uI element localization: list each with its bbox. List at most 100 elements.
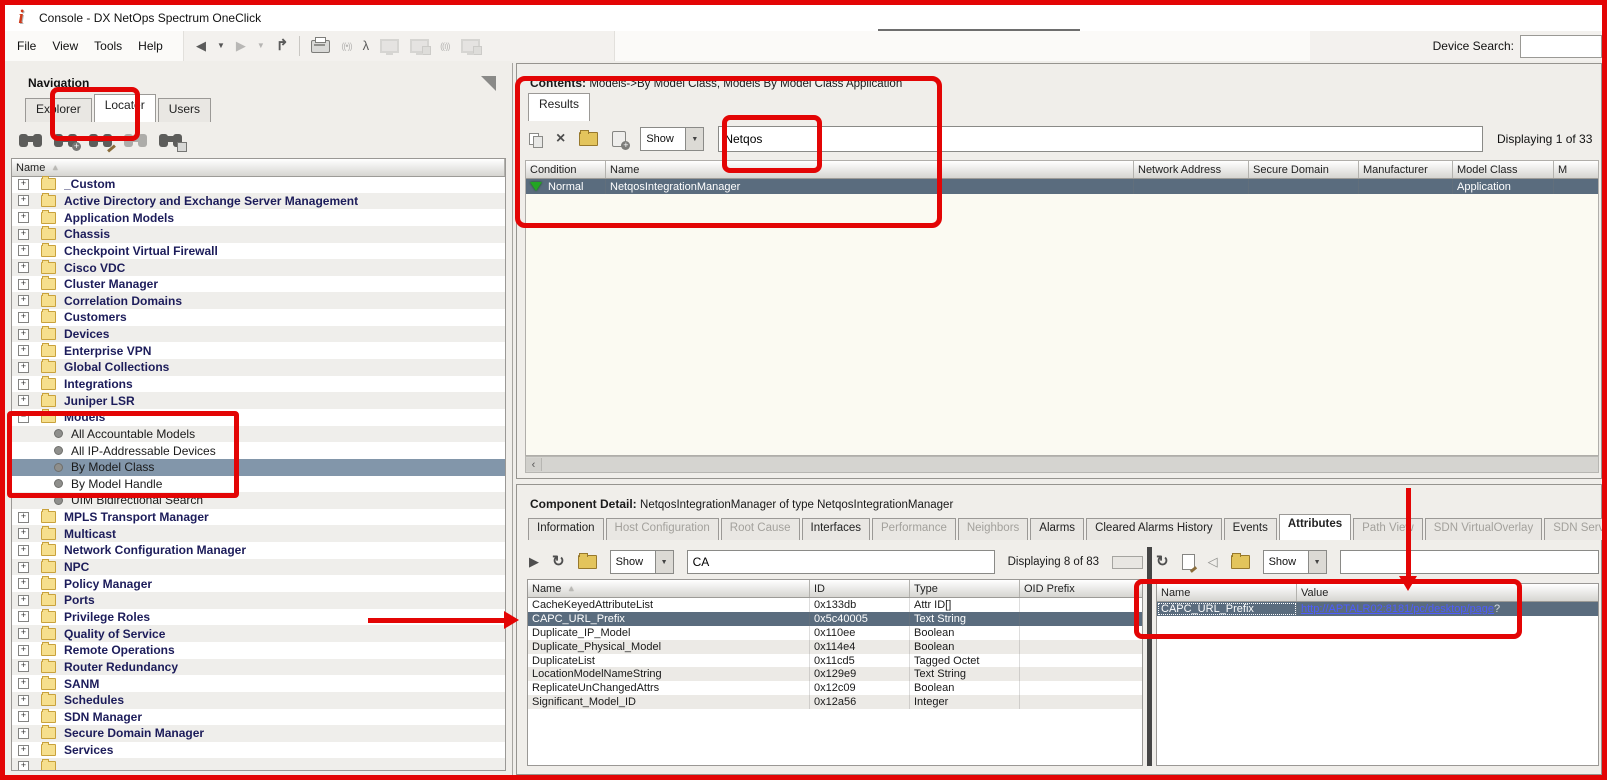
attribute-row-duplicate-physical-model[interactable]: Duplicate_Physical_Model 0x114e4 Boolean	[528, 639, 1142, 654]
antenna-icon[interactable]: ((ı))	[440, 37, 450, 55]
copy-icon[interactable]	[529, 132, 543, 148]
tab-attributes[interactable]: Attributes	[1278, 514, 1352, 540]
tree-item-chassis[interactable]: + Chassis	[12, 225, 505, 243]
tree-item-uim-bidirectional-search[interactable]: UIM Bidirectional Search	[12, 492, 505, 509]
globe-monitor-icon[interactable]	[460, 39, 482, 55]
back-history-icon[interactable]: ▼	[217, 37, 225, 55]
search-icon[interactable]	[19, 133, 42, 148]
forward-arrow-icon[interactable]: ▶	[236, 37, 246, 55]
tree-item-enterprise-vpn[interactable]: + Enterprise VPN	[12, 342, 505, 359]
tree-item-secure-domain-manager[interactable]: + Secure Domain Manager	[12, 725, 505, 742]
attribute-row-locationmodelnamestring[interactable]: LocationModelNameString 0x129e9 Text Strin…	[528, 667, 1142, 682]
edit-attribute-icon[interactable]	[1181, 554, 1195, 570]
tree-item-integrations[interactable]: + Integrations	[12, 376, 505, 393]
tree-item-active-directory-and-exchange-server-management[interactable]: + Active Directory and Exchange Server Ma…	[12, 192, 505, 210]
tab-events[interactable]: Events	[1223, 518, 1277, 540]
expand-icon[interactable]: +	[18, 278, 29, 290]
values-table-header[interactable]: Name Value	[1157, 584, 1598, 602]
horizontal-scrollbar[interactable]: ‹	[525, 456, 1599, 473]
tree-item-quality-of-service[interactable]: + Quality of Service	[12, 625, 505, 642]
back-arrow-icon[interactable]: ◀	[196, 37, 206, 55]
menu-tools[interactable]: Tools	[86, 35, 130, 57]
results-table-header[interactable]: Condition Name Network Address Secure Domai…	[526, 161, 1598, 179]
column-header-type[interactable]: Type	[910, 580, 1020, 597]
attribute-row-significant-model-id[interactable]: Significant_Model_ID 0x12a56 Integer	[528, 695, 1142, 710]
split-pane-divider[interactable]	[1147, 547, 1152, 766]
export-icon[interactable]	[577, 553, 597, 569]
tree-item-cluster-manager[interactable]: + Cluster Manager	[12, 276, 505, 293]
expand-icon[interactable]: +	[18, 611, 29, 623]
previous-icon[interactable]: ◁	[1208, 553, 1218, 571]
broadcast-icon[interactable]: ((•))	[341, 37, 352, 55]
expand-icon[interactable]: +	[18, 178, 29, 190]
export-icon[interactable]	[579, 130, 599, 146]
tree-item-mpls-transport-manager[interactable]: + MPLS Transport Manager	[12, 509, 505, 526]
expand-icon[interactable]: +	[18, 328, 29, 340]
column-header-condition[interactable]: Condition	[526, 161, 606, 178]
delete-icon[interactable]: ×	[556, 131, 565, 147]
tab-interfaces[interactable]: Interfaces	[801, 518, 871, 540]
refresh-icon[interactable]: ↻	[1156, 553, 1169, 571]
column-header-id[interactable]: ID	[810, 580, 910, 597]
expand-icon[interactable]: +	[18, 195, 29, 207]
tree-item-services[interactable]: + Services	[12, 742, 505, 759]
panel-collapse-icon[interactable]	[481, 76, 496, 91]
attribute-row-capc-url-prefix[interactable]: CAPC_URL_Prefix 0x5c40005 Text String	[528, 611, 1142, 626]
values-filter-input[interactable]	[1339, 550, 1599, 574]
expand-icon[interactable]: +	[18, 311, 29, 323]
column-header-name[interactable]: Name	[606, 161, 1134, 178]
expand-icon[interactable]: +	[18, 361, 29, 373]
tree-item-sanm[interactable]: + SANM	[12, 675, 505, 692]
tree-item-juniper-lsr[interactable]: + Juniper LSR	[12, 392, 505, 409]
show-dropdown[interactable]: Show ▼	[609, 550, 674, 574]
menu-file[interactable]: File	[9, 35, 44, 57]
column-header-model-class[interactable]: Model Class	[1453, 161, 1554, 178]
tab-results[interactable]: Results	[528, 93, 591, 121]
go-up-icon[interactable]: ↱	[276, 37, 289, 55]
show-dropdown[interactable]: Show ▼	[640, 127, 705, 151]
column-header-value[interactable]: Value	[1297, 584, 1598, 601]
attribute-row-replicateunchangedattrs[interactable]: ReplicateUnChangedAttrs 0x12c09 Boolean	[528, 681, 1142, 696]
edit-search-icon[interactable]	[89, 133, 116, 153]
expand-icon[interactable]: +	[18, 661, 29, 673]
expand-icon[interactable]: +	[18, 511, 29, 523]
column-header-secure-domain[interactable]: Secure Domain	[1249, 161, 1359, 178]
scroll-left-icon[interactable]: ‹	[526, 458, 542, 471]
tree-item-router-redundancy[interactable]: + Router Redundancy	[12, 658, 505, 676]
expand-icon[interactable]: +	[18, 594, 29, 606]
tree-item-multicast[interactable]: + Multicast	[12, 525, 505, 543]
forward-history-icon[interactable]: ▼	[257, 37, 265, 55]
export-icon[interactable]	[1230, 553, 1250, 569]
create-search-icon[interactable]: +	[54, 133, 81, 151]
refresh-icon[interactable]: ↻	[552, 553, 565, 571]
tree-item-schedules[interactable]: + Schedules	[12, 691, 505, 709]
capc-url-link[interactable]: http://APTALR02:8181/pc/desktop/page	[1301, 603, 1494, 615]
expand-icon[interactable]: +	[18, 528, 29, 540]
expand-icon[interactable]: +	[18, 761, 29, 770]
column-header-network-address[interactable]: Network Address	[1134, 161, 1249, 178]
expand-icon[interactable]: +	[18, 644, 29, 656]
tree-item-by-model-handle[interactable]: By Model Handle	[12, 476, 505, 493]
tree-item-sdn-manager[interactable]: + SDN Manager	[12, 708, 505, 726]
tree-item-all-accountable-models[interactable]: All Accountable Models	[12, 425, 505, 443]
column-header-oid-prefix[interactable]: OID Prefix	[1020, 580, 1142, 597]
expand-icon[interactable]: +	[18, 378, 29, 390]
expand-icon[interactable]: +	[18, 345, 29, 357]
value-row-capc-url-prefix[interactable]: CAPC_URL_Prefix http://APTALR02:8181/pc/d…	[1157, 602, 1598, 616]
search-all-icon[interactable]	[124, 133, 147, 148]
show-dropdown[interactable]: Show ▼	[1262, 550, 1327, 574]
expand-icon[interactable]: +	[18, 694, 29, 706]
expand-icon[interactable]: +	[18, 744, 29, 756]
tree-item-correlation-domains[interactable]: + Correlation Domains	[12, 292, 505, 310]
tree-item-devices[interactable]: + Devices	[12, 325, 505, 343]
expand-icon[interactable]: +	[18, 295, 29, 307]
tree-item-policy-manager[interactable]: + Policy Manager	[12, 575, 505, 592]
locked-monitor-icon[interactable]	[410, 39, 432, 55]
expand-icon[interactable]: +	[18, 628, 29, 640]
attributes-table-header[interactable]: Name ▲ ID Type OID Prefix	[528, 580, 1142, 598]
column-header-name[interactable]: Name	[1157, 584, 1297, 601]
run-icon[interactable]: ▶	[529, 553, 539, 571]
column-header-manufacturer[interactable]: Manufacturer	[1359, 161, 1453, 178]
expand-icon[interactable]: +	[18, 678, 29, 690]
tree-item-checkpoint-virtual-firewall[interactable]: + Checkpoint Virtual Firewall	[12, 242, 505, 260]
